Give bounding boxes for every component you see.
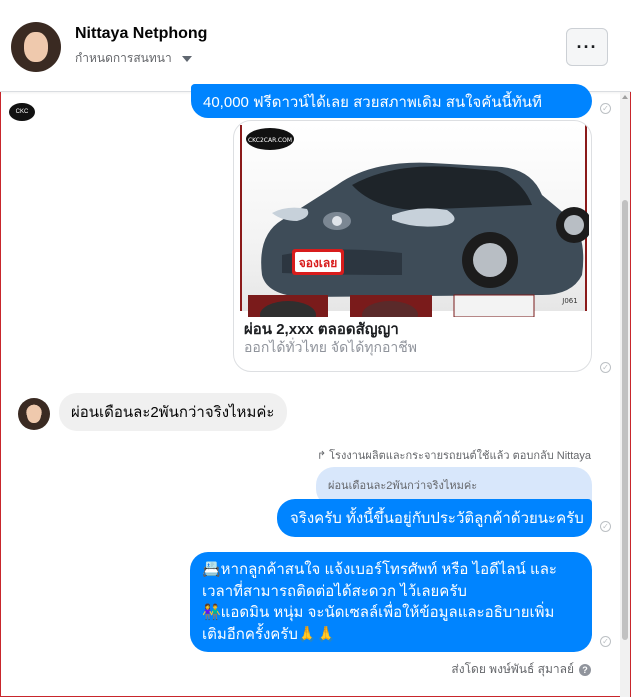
- sent-by-text: ส่งโดย พงษ์พันธ์ สุมาลย์: [451, 662, 574, 676]
- car-illustration: CKC2CAR.COM จองเลย J061: [246, 128, 591, 305]
- card-subtitle: ออกได้ทั่วไทย จัดได้ทุกอาชีพ: [244, 339, 418, 355]
- message-line: 📇หากลูกค้าสนใจ แจ้งเบอร์โทรศัพท์ หรือ ไอ…: [202, 561, 557, 578]
- plate-text: จองเลย: [299, 256, 338, 270]
- scroll-up-icon[interactable]: [622, 95, 628, 99]
- scrollbar-thumb[interactable]: [622, 200, 628, 640]
- link-card[interactable]: CKC2CAR.COM จองเลย J061 ผ่อน 2,xxx ตลอดส…: [233, 120, 592, 372]
- outgoing-message-text: 40,000 ฟรีดาวน์ได้เลย สวยสภาพเดิม สนใจคั…: [203, 94, 542, 111]
- page-avatar-logo: CKC: [9, 103, 35, 121]
- seen-check-icon: ✓: [600, 362, 611, 373]
- outgoing-reply-text: จริงครับ ทั้งนี้ขึ้นอยู่กับประวัติลูกค้า…: [290, 510, 584, 527]
- contact-name[interactable]: Nittaya Netphong: [75, 25, 207, 43]
- outgoing-message[interactable]: 40,000 ฟรีดาวน์ได้เลย สวยสภาพเดิม สนใจคั…: [191, 84, 592, 118]
- reply-context: ↱ โรงงานผลิตและกระจายรถยนต์ใช้แล้ว ตอบกล…: [317, 446, 591, 464]
- message-line: เติมอีกครั้งครับ🙏🙏: [202, 625, 336, 643]
- caret-down-icon: [181, 55, 192, 62]
- image-logo-text: CKC2CAR.COM: [248, 137, 292, 144]
- message-line: 👫แอดมิน หนุ่ม จะนัดเซลล์เพื่อให้ข้อมูลแล…: [202, 604, 555, 621]
- conversation-settings[interactable]: กำหนดการสนทนา: [75, 49, 192, 68]
- more-options-button[interactable]: ···: [566, 28, 608, 66]
- reply-arrow-icon: ↱: [316, 449, 327, 462]
- ellipsis-icon: ···: [576, 36, 598, 57]
- outgoing-reply-message[interactable]: จริงครับ ทั้งนี้ขึ้นอยู่กับประวัติลูกค้า…: [277, 499, 592, 537]
- seen-check-icon: ✓: [600, 636, 611, 647]
- sent-by-label: ส่งโดย พงษ์พันธ์ สุมาลย์ ?: [451, 660, 591, 679]
- contact-avatar-small[interactable]: [18, 398, 50, 430]
- message-line: เวลาที่สามารถติดต่อได้สะดวก ไว้เลยครับ: [202, 582, 467, 600]
- quoted-message-text: ผ่อนเดือนละ2พันกว่าจริงไหมค่ะ: [328, 480, 478, 492]
- incoming-message[interactable]: ผ่อนเดือนละ2พันกว่าจริงไหมค่ะ: [59, 393, 287, 431]
- incoming-message-text: ผ่อนเดือนละ2พันกว่าจริงไหมค่ะ: [71, 404, 275, 421]
- seen-check-icon: ✓: [600, 521, 611, 532]
- conversation-header: Nittaya Netphong กำหนดการสนทนา ···: [0, 0, 631, 92]
- question-icon[interactable]: ?: [579, 663, 591, 676]
- car-photo: CKC2CAR.COM จองเลย J061: [240, 125, 591, 311]
- reply-context-text: โรงงานผลิตและกระจายรถยนต์ใช้แล้ว ตอบกลับ…: [329, 450, 591, 462]
- conversation-settings-label: กำหนดการสนทนา: [75, 51, 172, 65]
- seen-check-icon: ✓: [600, 103, 611, 114]
- outgoing-message-long[interactable]: 📇หากลูกค้าสนใจ แจ้งเบอร์โทรศัพท์ หรือ ไอ…: [190, 552, 592, 652]
- thumbnail-strip: [240, 293, 587, 329]
- contact-avatar[interactable]: [11, 22, 61, 72]
